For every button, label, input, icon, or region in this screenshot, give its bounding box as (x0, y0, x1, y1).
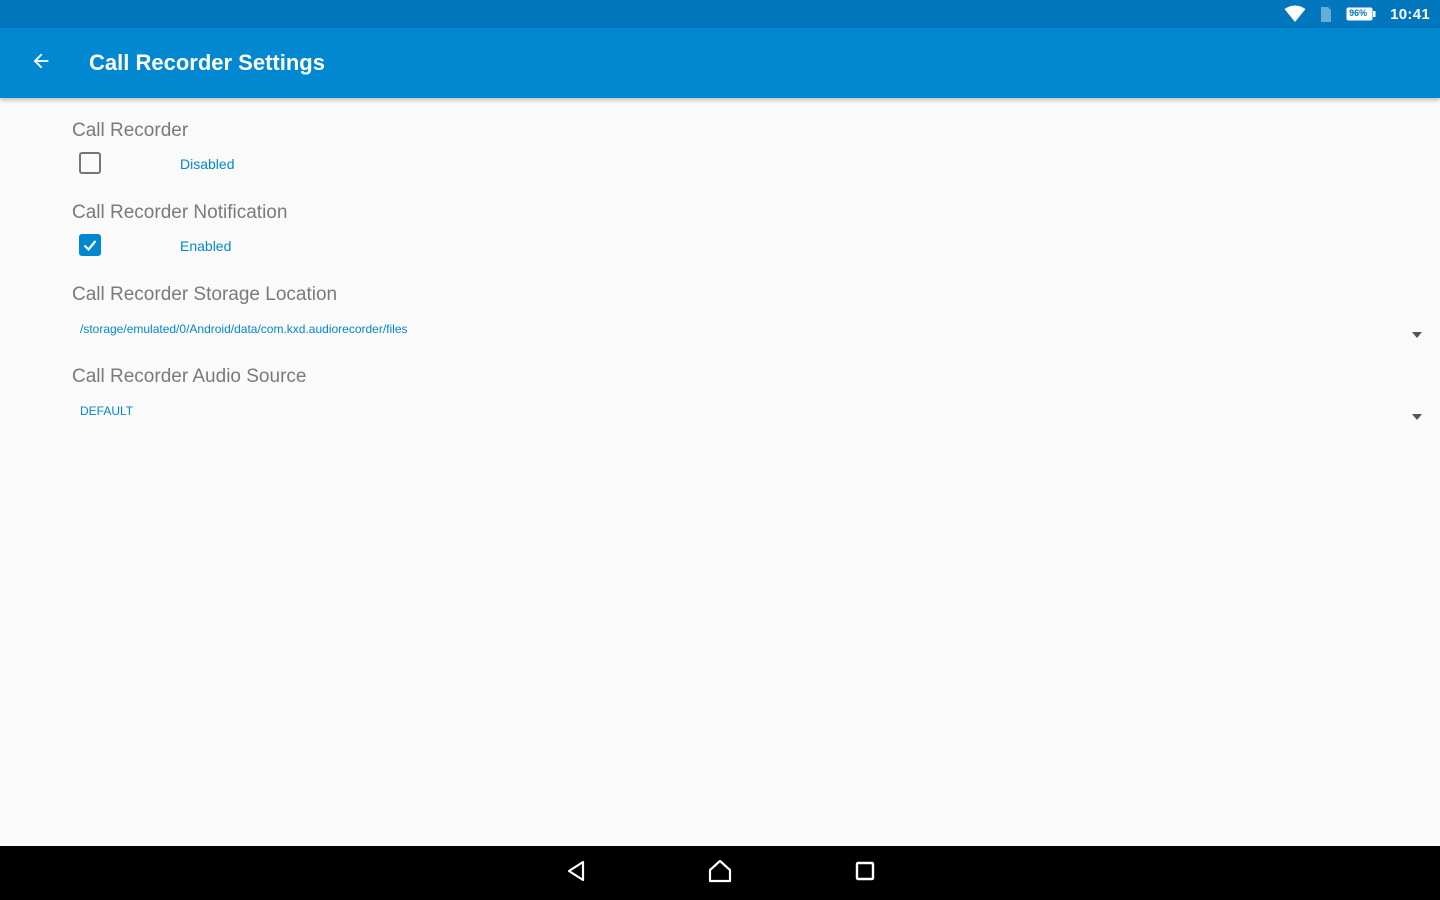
app-toolbar: Call Recorder Settings (0, 28, 1440, 98)
pref-storage-location: Call Recorder Storage Location /storage/… (72, 284, 1440, 344)
battery-label: 96% (1349, 8, 1368, 18)
battery-icon: 96% (1346, 6, 1376, 22)
pref-audio-source: Call Recorder Audio Source DEFAULT (72, 366, 1440, 426)
pref-title-audio-source: Call Recorder Audio Source (72, 366, 307, 387)
audio-source-value: DEFAULT (80, 404, 134, 418)
home-icon (707, 859, 733, 888)
pref-title-storage: Call Recorder Storage Location (72, 284, 338, 305)
sim-icon (1320, 6, 1332, 23)
nav-recents-button[interactable] (837, 846, 893, 900)
call-recorder-state: Disabled (180, 156, 235, 172)
back-button[interactable] (15, 37, 67, 89)
pref-title-notification: Call Recorder Notification (72, 202, 288, 223)
clock: 10:41 (1390, 5, 1430, 23)
notification-checkbox[interactable] (79, 234, 101, 256)
dropdown-arrow-icon (1412, 325, 1422, 343)
recents-icon (855, 861, 875, 886)
back-triangle-icon (565, 860, 587, 887)
status-bar: 96% 10:41 (0, 0, 1440, 28)
nav-home-button[interactable] (692, 846, 748, 900)
storage-location-dropdown[interactable]: /storage/emulated/0/Android/data/com.kxd… (80, 312, 1422, 344)
settings-list: Call Recorder Disabled Call Recorder Not… (0, 98, 1440, 846)
arrow-left-icon (30, 50, 52, 77)
dropdown-arrow-icon (1412, 407, 1422, 425)
pref-call-recorder: Call Recorder Disabled (72, 120, 1440, 180)
nav-back-button[interactable] (548, 846, 604, 900)
notification-state: Enabled (180, 238, 232, 254)
audio-source-dropdown[interactable]: DEFAULT (80, 394, 1422, 426)
storage-location-value: /storage/emulated/0/Android/data/com.kxd… (80, 322, 408, 336)
pref-title-call-recorder: Call Recorder (72, 120, 189, 141)
system-nav-bar (0, 846, 1440, 900)
wifi-icon (1284, 5, 1306, 23)
pref-notification: Call Recorder Notification Enabled (72, 202, 1440, 262)
call-recorder-checkbox[interactable] (79, 152, 101, 174)
page-title: Call Recorder Settings (89, 50, 325, 75)
